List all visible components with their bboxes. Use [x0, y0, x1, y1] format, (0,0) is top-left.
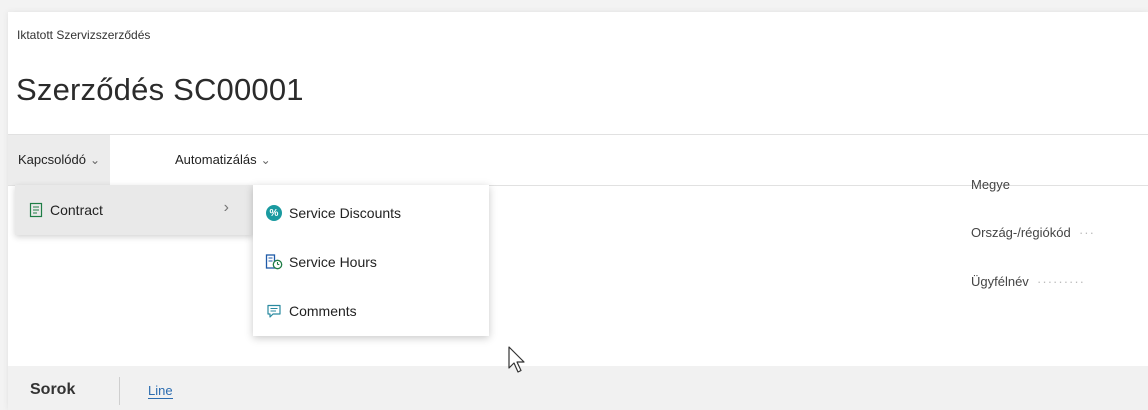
lines-section-title: Sorok: [30, 381, 76, 398]
lines-section-header: [8, 366, 1148, 410]
country-label: Ország-/régiókód ···: [971, 225, 1095, 240]
automate-label: Automatizálás: [175, 152, 257, 167]
related-label: Kapcsolódó: [18, 152, 86, 167]
customer-name-label: Ügyfélnév ·········: [971, 274, 1085, 289]
chevron-down-icon: ⌄: [260, 153, 271, 167]
menu-item-service-discounts-label: Service Discounts: [289, 205, 402, 221]
contract-document-icon: [28, 202, 44, 218]
dotted-leader: ·········: [1032, 274, 1086, 289]
dotted-leader: ···: [1074, 225, 1095, 240]
menu-item-contract[interactable]: Contract ›: [15, 185, 253, 235]
comment-icon: [265, 302, 283, 320]
divider: [119, 377, 120, 405]
discount-icon: %: [265, 204, 283, 222]
service-hours-icon: [265, 253, 283, 271]
contract-submenu: % Service Discounts Service Hours Commen…: [253, 185, 489, 336]
menu-item-service-hours[interactable]: Service Hours: [253, 242, 489, 282]
menu-item-contract-label: Contract: [50, 202, 103, 218]
customer-name-label-text: Ügyfélnév: [971, 274, 1029, 289]
breadcrumb: Iktatott Szervizszerződés: [17, 28, 151, 42]
county-label: Megye: [971, 177, 1011, 192]
country-label-text: Ország-/régiókód: [971, 225, 1071, 240]
related-menu-button[interactable]: Kapcsolódó ⌄: [8, 135, 111, 185]
chevron-right-icon: ›: [223, 199, 229, 216]
automate-menu-button[interactable]: Automatizálás ⌄: [165, 135, 281, 185]
mouse-pointer-icon: [508, 346, 528, 381]
menu-item-service-hours-label: Service Hours: [289, 254, 377, 270]
chevron-down-icon: ⌄: [89, 153, 101, 167]
menu-item-comments[interactable]: Comments: [253, 291, 489, 331]
menu-item-comments-label: Comments: [289, 303, 357, 319]
line-menu-button[interactable]: Line: [148, 384, 173, 399]
related-dropdown-menu: Contract ›: [15, 185, 253, 235]
menu-item-service-discounts[interactable]: % Service Discounts: [253, 193, 489, 233]
page-title: Szerződés SC00001: [16, 72, 304, 107]
